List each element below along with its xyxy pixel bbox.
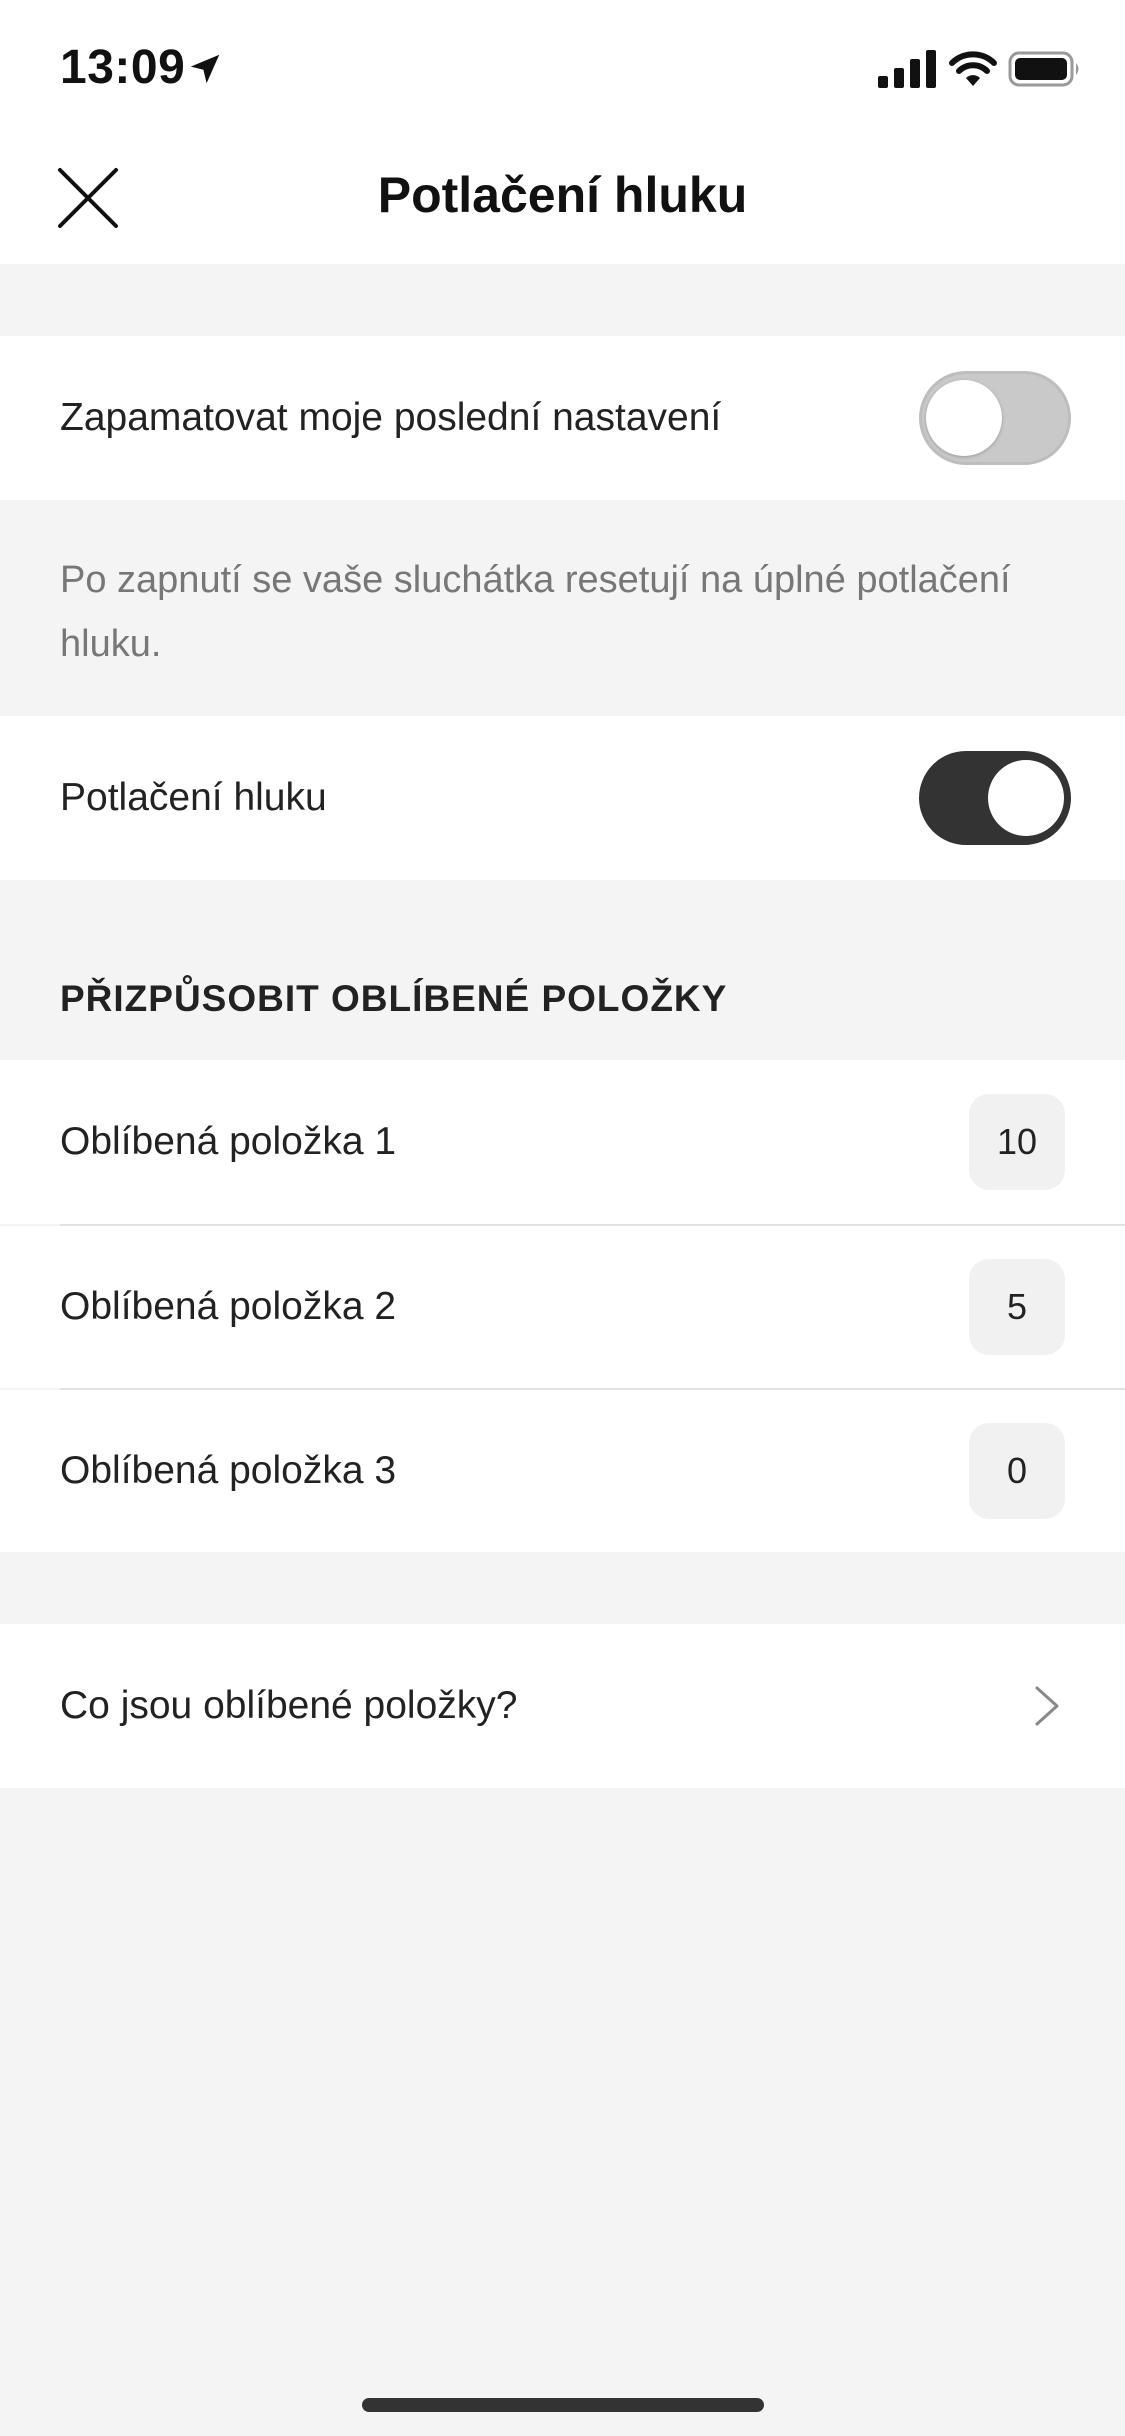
- noise-cancellation-row: Potlačení hluku: [0, 716, 1125, 880]
- navigation-bar: Potlačení hluku: [0, 132, 1125, 264]
- favorite-item-1[interactable]: Oblíbená položka 1 10: [0, 1060, 1125, 1224]
- remember-settings-description: Po zapnutí se vaše sluchátka resetují na…: [60, 559, 1011, 665]
- noise-cancellation-toggle[interactable]: [919, 751, 1071, 845]
- status-time: 13:09: [60, 41, 186, 94]
- favorite-value-badge: 10: [969, 1094, 1065, 1190]
- battery-icon: [1008, 51, 1079, 87]
- wifi-icon: [949, 51, 997, 86]
- home-indicator[interactable]: [362, 2398, 764, 2412]
- toggle-knob: [988, 760, 1064, 836]
- screen: 13:09 Potlačení hluku Zapamatovat moje p…: [0, 0, 1125, 2436]
- cellular-signal-icon: [878, 50, 936, 88]
- page-title: Potlačení hluku: [377, 167, 748, 223]
- favorite-item-label: Oblíbená položka 2: [60, 1285, 397, 1328]
- remember-settings-row: Zapamatovat moje poslední nastavení: [0, 336, 1125, 500]
- toggle-knob: [926, 380, 1002, 456]
- favorite-item-label: Oblíbená položka 1: [60, 1120, 397, 1163]
- favorite-item-3[interactable]: Oblíbená položka 3 0: [0, 1390, 1125, 1552]
- status-bar: 13:09: [0, 0, 1125, 132]
- noise-cancellation-label: Potlačení hluku: [60, 776, 327, 819]
- chevron-right-icon: [1035, 1686, 1059, 1726]
- favorites-section-header: PŘIZPŮSOBIT OBLÍBENÉ POLOŽKY: [60, 978, 728, 1019]
- favorite-item-2[interactable]: Oblíbená položka 2 5: [0, 1226, 1125, 1388]
- favorites-help-link[interactable]: Co jsou oblíbené položky?: [0, 1624, 1125, 1788]
- favorites-help-label: Co jsou oblíbené položky?: [60, 1684, 518, 1727]
- location-arrow-icon: [190, 54, 220, 84]
- remember-settings-toggle[interactable]: [919, 371, 1071, 465]
- favorite-item-label: Oblíbená položka 3: [60, 1449, 397, 1492]
- remember-settings-label: Zapamatovat moje poslední nastavení: [60, 396, 722, 439]
- favorite-value-badge: 5: [969, 1259, 1065, 1355]
- favorite-value-badge: 0: [969, 1423, 1065, 1519]
